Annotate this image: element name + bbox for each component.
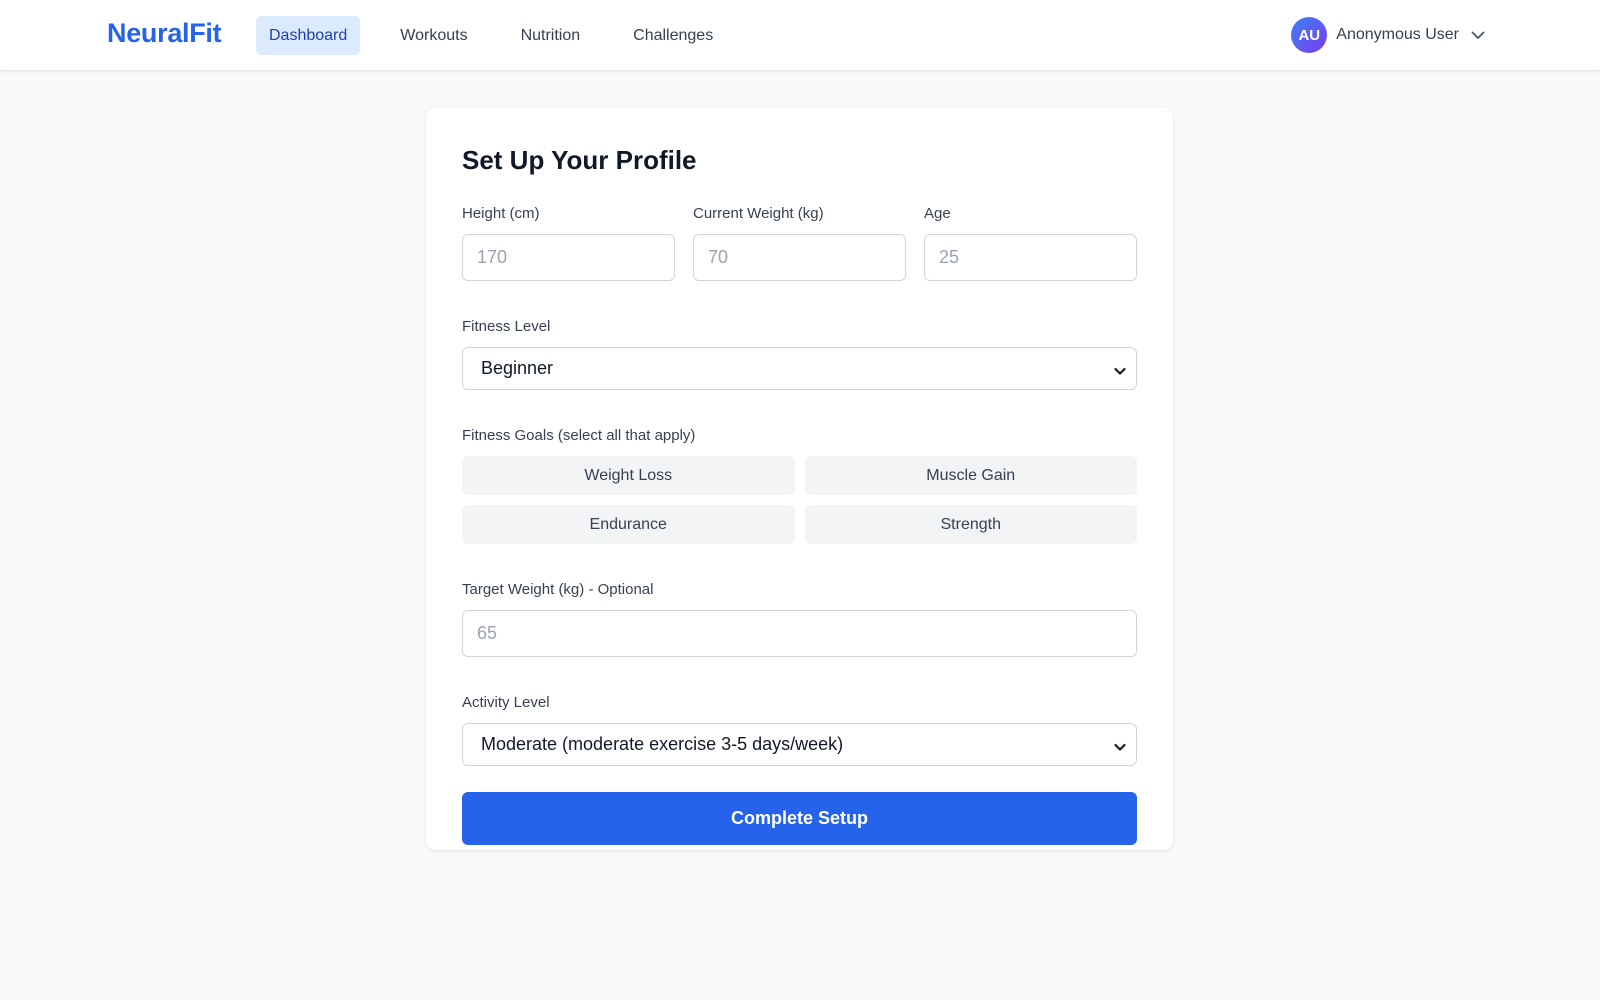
goal-weight-loss-button[interactable]: Weight Loss <box>462 456 795 495</box>
user-name: Anonymous User <box>1336 26 1459 43</box>
fitness-level-group: Fitness Level Beginner <box>462 317 1137 390</box>
goal-muscle-gain-button[interactable]: Muscle Gain <box>804 456 1137 495</box>
goal-strength-button[interactable]: Strength <box>804 505 1137 544</box>
goal-endurance-button[interactable]: Endurance <box>462 505 795 544</box>
weight-label: Current Weight (kg) <box>693 205 824 222</box>
target-weight-group: Target Weight (kg) - Optional <box>462 580 1137 657</box>
nav-item-dashboard[interactable]: Dashboard <box>256 16 361 55</box>
height-input[interactable] <box>462 234 675 281</box>
nav-item-challenges[interactable]: Challenges <box>620 16 726 55</box>
profile-setup-card: Set Up Your Profile Height (cm) Current … <box>426 108 1173 850</box>
target-weight-input[interactable] <box>462 610 1137 657</box>
activity-level-select[interactable]: Moderate (moderate exercise 3-5 days/wee… <box>462 723 1137 766</box>
chevron-down-icon <box>1114 363 1126 381</box>
activity-level-label: Activity Level <box>462 694 550 711</box>
age-input[interactable] <box>924 234 1137 281</box>
target-weight-label: Target Weight (kg) - Optional <box>462 581 654 598</box>
nav-item-nutrition[interactable]: Nutrition <box>508 16 594 55</box>
chevron-down-icon <box>1114 739 1126 757</box>
activity-level-value: Moderate (moderate exercise 3-5 days/wee… <box>481 734 844 754</box>
user-menu[interactable]: AU Anonymous User <box>1291 17 1485 53</box>
page-title: Set Up Your Profile <box>462 145 697 175</box>
weight-group: Current Weight (kg) <box>693 204 906 281</box>
nav-item-workouts[interactable]: Workouts <box>387 16 480 55</box>
activity-level-group: Activity Level Moderate (moderate exerci… <box>462 693 1137 766</box>
fitness-level-select[interactable]: Beginner <box>462 347 1137 390</box>
age-label: Age <box>924 205 951 222</box>
avatar: AU <box>1291 17 1328 53</box>
height-label: Height (cm) <box>462 205 540 222</box>
fitness-level-value: Beginner <box>481 358 554 378</box>
body-metrics-row: Height (cm) Current Weight (kg) Age <box>462 204 1137 281</box>
fitness-level-label: Fitness Level <box>462 318 551 335</box>
chevron-down-icon <box>1471 31 1485 40</box>
fitness-goals-grid: Weight Loss Muscle Gain Endurance Streng… <box>462 456 1137 544</box>
complete-setup-button[interactable]: Complete Setup <box>462 792 1137 845</box>
app-logo[interactable]: NeuralFit <box>107 18 222 49</box>
weight-input[interactable] <box>693 234 906 281</box>
main-nav: Dashboard Workouts Nutrition Challenges <box>256 16 753 55</box>
height-group: Height (cm) <box>462 204 675 281</box>
age-group: Age <box>924 204 1137 281</box>
fitness-goals-label: Fitness Goals (select all that apply) <box>462 427 696 444</box>
top-navbar: NeuralFit Dashboard Workouts Nutrition C… <box>0 0 1600 71</box>
